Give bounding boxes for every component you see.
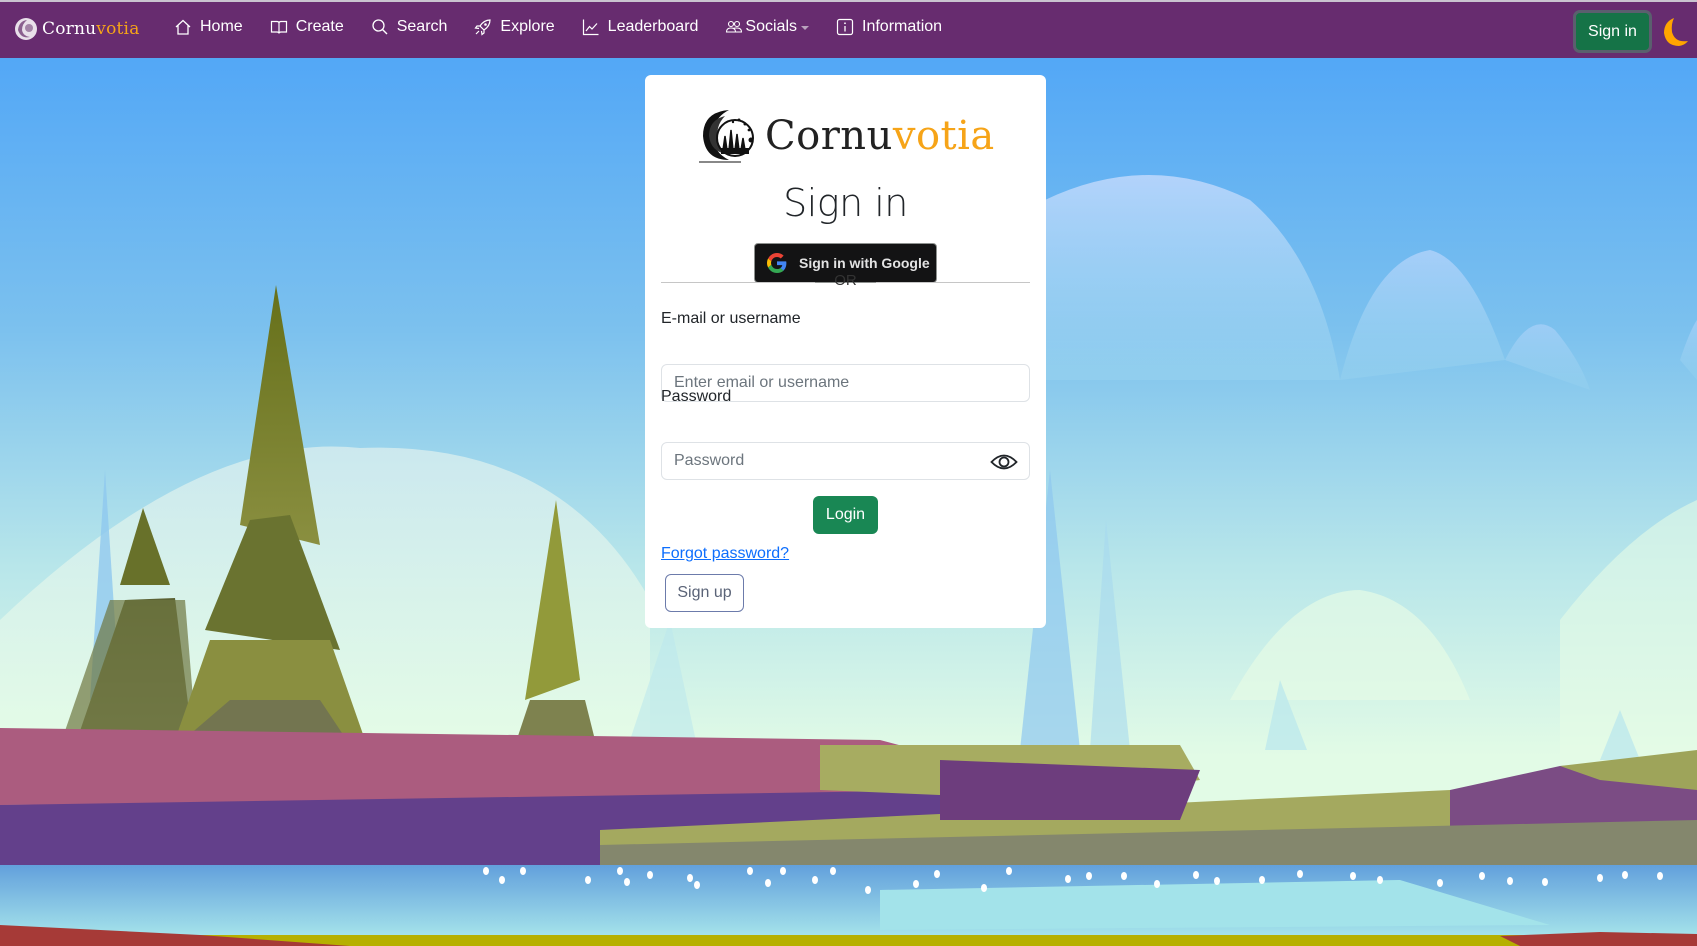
nav-item-create[interactable]: Create [270,18,344,36]
email-label: E-mail or username [661,310,801,327]
window-top-border [0,0,1697,2]
nav-item-label: Explore [500,18,555,35]
brand-name-main: Cornu [42,19,97,39]
password-label: Password [661,388,732,405]
nav-item-socials-dropdown[interactable]: Socials [725,18,809,36]
brand-logo-link[interactable]: Cornuvotia [13,16,140,42]
brand-name: Cornuvotia [42,19,140,39]
nav-item-leaderboard[interactable]: Leaderboard [582,18,699,36]
search-icon [372,19,388,35]
navbar: Cornuvotia Home Create Search Explore Le… [0,2,1697,58]
chart-line-icon [582,19,599,36]
nav-menu: Home Create Search Explore Leaderboard S… [174,18,969,36]
divider-line-right [876,282,1030,283]
show-password-eye-icon[interactable] [990,452,1018,472]
brand-name-accent: votia [96,19,140,39]
nav-item-label: Create [295,18,344,35]
card-brand-name-main: Cornu [765,113,893,159]
forgot-password-link[interactable]: Forgot password? [661,545,789,563]
divider-or-text: OR [834,272,857,289]
password-input[interactable] [661,442,1030,480]
nav-item-information[interactable]: Information [836,18,942,36]
people-icon [726,20,743,33]
google-sign-in-label: Sign in with Google [799,255,930,271]
sign-in-card: Cornuvotia Sign in Sign in with Google O… [645,75,1046,628]
sign-up-button[interactable]: Sign up [665,574,744,612]
nav-item-label: Home [200,18,243,35]
info-icon [836,18,854,36]
nav-item-explore[interactable]: Explore [474,18,555,36]
card-brand-name-accent: votia [892,113,995,159]
card-brand-name: Cornuvotia [765,113,995,159]
book-icon [270,20,287,34]
nav-item-search[interactable]: Search [371,18,448,36]
nav-item-label: Leaderboard [607,18,699,35]
nav-item-label: Search [396,18,448,35]
nav-item-home[interactable]: Home [174,18,243,36]
google-logo-icon [767,253,787,273]
home-icon [175,19,191,35]
nav-item-label: Information [862,18,943,35]
nav-item-label: Socials [745,18,797,35]
rocket-icon [474,19,492,36]
page-title: Sign in [783,181,908,225]
login-button[interactable]: Login [813,496,878,534]
cornuvotia-emblem-icon [699,110,754,163]
card-brand-logo: Cornuvotia [695,106,995,166]
moon-icon[interactable] [1659,16,1689,48]
brand-logo-icon [15,18,37,40]
caret-down-icon [801,26,809,30]
nav-sign-in-button[interactable]: Sign in [1573,10,1652,53]
